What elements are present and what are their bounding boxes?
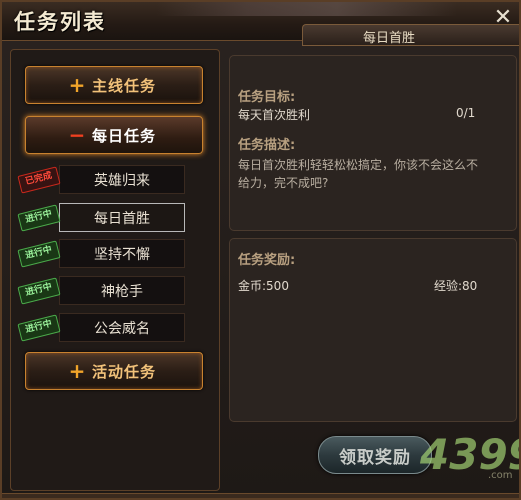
task-item-hero-return[interactable]: 英雄归来 <box>59 165 185 194</box>
window-title: 任务列表 <box>14 10 106 34</box>
goal-label: 任务目标: <box>238 90 296 105</box>
task-reward-panel: 任务奖励: 金币:500 经验:80 <box>229 238 517 422</box>
expand-plus-icon: + <box>68 73 86 97</box>
task-item-daily-first-win[interactable]: 每日首胜 <box>59 203 185 232</box>
category-main-label: 主线任务 <box>92 76 157 95</box>
task-name: 坚持不懈 <box>94 246 150 263</box>
task-name: 英雄归来 <box>94 172 150 189</box>
collapse-minus-icon: − <box>68 123 86 147</box>
category-main-button[interactable]: + 主线任务 <box>25 66 203 104</box>
goal-text: 每天首次胜利 <box>238 108 311 122</box>
in-progress-stamp-icon: 进行中 <box>17 314 61 342</box>
description-text: 每日首次胜利轻轻松松搞定，你该不会这么不给力，完不成吧? <box>238 158 479 190</box>
description-label: 任务描述: <box>238 138 296 153</box>
in-progress-stamp-icon: 进行中 <box>17 240 61 268</box>
category-daily-button[interactable]: − 每日任务 <box>25 116 203 154</box>
reward-exp: 经验:80 <box>434 279 478 293</box>
reward-gold: 金币:500 <box>238 279 289 293</box>
reward-label: 任务奖励: <box>238 253 296 268</box>
title-decoration <box>157 2 457 16</box>
category-daily-label: 每日任务 <box>92 126 157 145</box>
task-item-guild-fame[interactable]: 公会威名 <box>59 313 185 342</box>
claim-reward-button[interactable]: 领取奖励 <box>318 436 432 474</box>
site-watermark-sub: .com <box>488 470 513 481</box>
in-progress-stamp-icon: 进行中 <box>17 204 61 232</box>
expand-plus-icon: + <box>68 359 86 383</box>
category-event-label: 活动任务 <box>92 362 157 381</box>
bottom-bar <box>2 493 519 498</box>
goal-progress: 0/1 <box>456 106 476 120</box>
task-item-persistence[interactable]: 坚持不懈 <box>59 239 185 268</box>
category-event-button[interactable]: + 活动任务 <box>25 352 203 390</box>
task-name: 神枪手 <box>101 283 143 300</box>
task-list-window: 任务列表 ✕ 每日首胜 + 主线任务 − 每日任务 英雄归来 已完成 每日首胜 … <box>0 0 521 500</box>
task-category-panel: + 主线任务 − 每日任务 英雄归来 已完成 每日首胜 进行中 坚持不懈 进行中… <box>10 49 220 491</box>
task-detail-panel: 任务目标: 每天首次胜利 0/1 任务描述: 每日首次胜利轻轻松松搞定，你该不会… <box>229 55 517 231</box>
task-item-sharpshooter[interactable]: 神枪手 <box>59 276 185 305</box>
header-tab-label: 每日首胜 <box>363 31 416 46</box>
task-name: 每日首胜 <box>94 210 150 227</box>
in-progress-stamp-icon: 进行中 <box>17 277 61 305</box>
task-name: 公会威名 <box>94 320 150 337</box>
header-tab: 每日首胜 <box>302 24 519 46</box>
completed-stamp-icon: 已完成 <box>17 166 61 194</box>
